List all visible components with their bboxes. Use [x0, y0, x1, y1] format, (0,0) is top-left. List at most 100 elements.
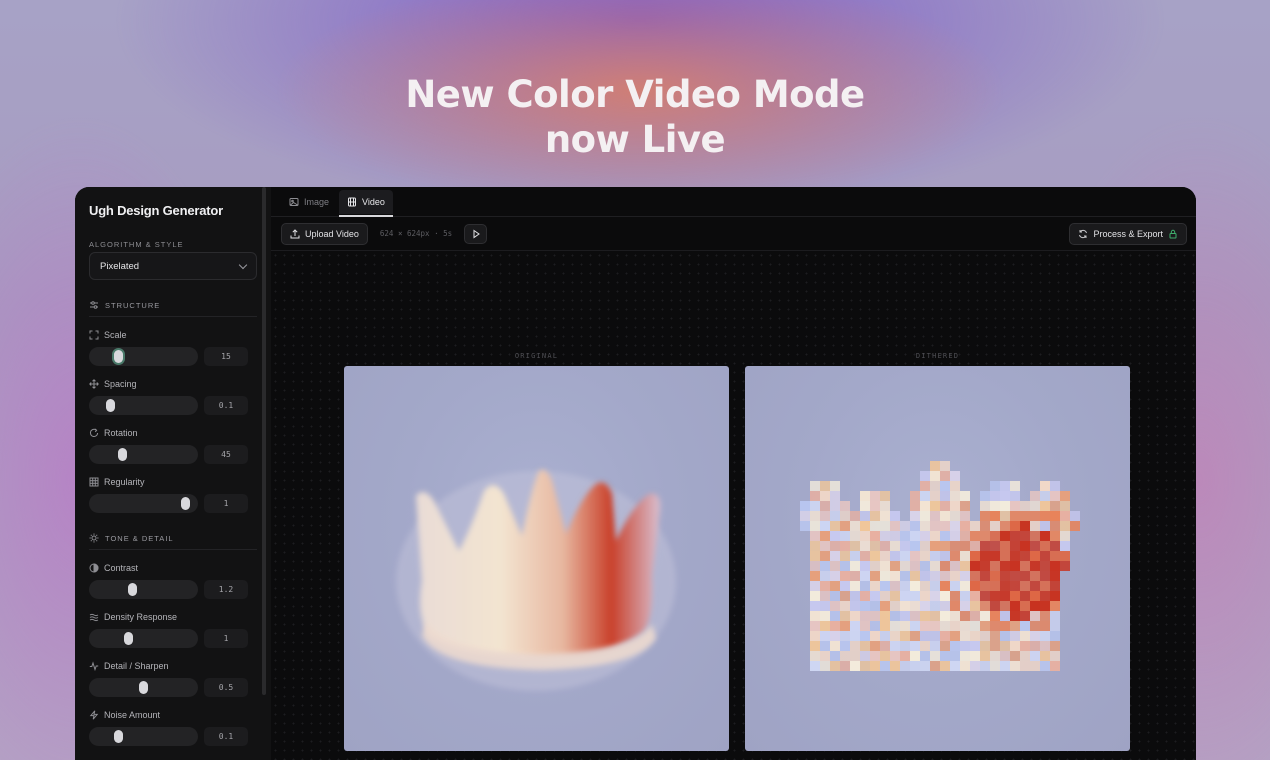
noise-amount-slider[interactable]	[89, 727, 198, 746]
dither-pixel	[1010, 491, 1020, 501]
dither-pixel	[1060, 491, 1070, 501]
dither-pixel	[920, 641, 930, 651]
rotation-value-field[interactable]: 45	[204, 445, 248, 464]
dither-pixel	[1020, 661, 1030, 671]
spacing-slider-thumb[interactable]	[106, 399, 116, 412]
tab-video-label: Video	[362, 196, 385, 207]
dither-pixel	[910, 511, 920, 521]
waves-icon	[89, 612, 99, 622]
contrast-value-field[interactable]: 1.2	[204, 580, 248, 599]
dither-pixel	[1000, 631, 1010, 641]
dither-pixel	[930, 481, 940, 491]
contrast-slider-thumb[interactable]	[128, 583, 138, 596]
dither-pixel	[870, 491, 880, 501]
dither-pixel	[1040, 511, 1050, 521]
dither-pixel	[1020, 641, 1030, 651]
dither-pixel	[1020, 551, 1030, 561]
dither-pixel	[960, 601, 970, 611]
detail-sharpen-value-field[interactable]: 0.5	[204, 678, 248, 697]
regularity-value-field[interactable]: 1	[204, 494, 248, 513]
dither-pixel	[820, 561, 830, 571]
contrast-slider[interactable]	[89, 580, 198, 599]
dither-pixel	[930, 631, 940, 641]
control-input-row: 1	[89, 629, 257, 648]
algorithm-select-value: Pixelated	[100, 260, 140, 272]
dither-pixel	[1050, 621, 1060, 631]
dither-pixel	[840, 531, 850, 541]
dither-pixel	[900, 591, 910, 601]
dither-pixel	[1010, 641, 1020, 651]
dither-pixel	[980, 571, 990, 581]
rotation-slider-thumb[interactable]	[118, 448, 128, 461]
dither-pixel	[950, 521, 960, 531]
upload-video-button[interactable]: Upload Video	[281, 222, 368, 245]
dither-pixel	[810, 511, 820, 521]
dither-pixel	[890, 511, 900, 521]
scale-slider-thumb[interactable]	[114, 350, 124, 363]
dither-pixel	[810, 661, 820, 671]
detail-sharpen-slider[interactable]	[89, 678, 198, 697]
upload-icon	[290, 228, 300, 239]
dither-pixel	[990, 551, 1000, 561]
dither-pixel	[1030, 591, 1040, 601]
dither-pixel	[990, 661, 1000, 671]
dither-pixel	[970, 521, 980, 531]
control-density-response: Density Response 1	[89, 612, 257, 648]
dither-pixel	[1010, 571, 1020, 581]
dither-pixel	[1010, 601, 1020, 611]
regularity-slider-thumb[interactable]	[180, 497, 190, 510]
dither-pixel	[890, 551, 900, 561]
dither-pixel	[890, 661, 900, 671]
dither-pixel	[1000, 601, 1010, 611]
density-response-value-field[interactable]: 1	[204, 629, 248, 648]
dither-pixel	[1040, 481, 1050, 491]
dither-pixel	[940, 501, 950, 511]
tab-image[interactable]: Image	[281, 190, 337, 214]
algorithm-select[interactable]: Pixelated	[89, 252, 257, 280]
dither-pixel	[940, 521, 950, 531]
dither-pixel	[820, 621, 830, 631]
dither-pixel	[830, 491, 840, 501]
regularity-slider[interactable]	[89, 494, 198, 513]
detail-sharpen-slider-thumb[interactable]	[139, 681, 148, 694]
control-regularity: Regularity 1	[89, 477, 257, 513]
dither-pixel	[820, 631, 830, 641]
dither-pixel	[950, 641, 960, 651]
dither-pixel	[880, 581, 890, 591]
rotation-slider[interactable]	[89, 445, 198, 464]
contrast-icon	[89, 563, 99, 573]
toolbar: Upload Video 624 × 624px · 5s Process & …	[271, 217, 1196, 251]
dither-pixel	[930, 571, 940, 581]
spacing-value-field[interactable]: 0.1	[204, 396, 248, 415]
tab-video[interactable]: Video	[339, 189, 393, 217]
dither-pixel	[1020, 651, 1030, 661]
rotation-label: Rotation	[104, 428, 138, 438]
control-label-row: Scale	[89, 330, 257, 340]
density-response-slider[interactable]	[89, 629, 198, 648]
dither-pixel	[960, 661, 970, 671]
dither-pixel	[930, 511, 940, 521]
dither-pixel	[950, 541, 960, 551]
dither-pixel	[850, 581, 860, 591]
dither-pixel	[930, 591, 940, 601]
dither-pixel	[930, 561, 940, 571]
dither-pixel	[850, 531, 860, 541]
noise-amount-value-field[interactable]: 0.1	[204, 727, 248, 746]
dither-pixel	[910, 581, 920, 591]
play-button[interactable]	[464, 223, 488, 244]
density-response-slider-thumb[interactable]	[123, 632, 133, 645]
dither-pixel	[940, 561, 950, 571]
control-label-row: Noise Amount	[89, 710, 257, 720]
process-export-button[interactable]: Process & Export	[1069, 223, 1187, 245]
noise-amount-slider-thumb[interactable]	[113, 730, 123, 743]
dither-pixel	[980, 501, 990, 511]
density-response-label: Density Response	[104, 612, 178, 622]
spacing-slider[interactable]	[89, 396, 198, 415]
dither-pixel	[840, 541, 850, 551]
dither-pixel	[1030, 561, 1040, 571]
scale-value-field[interactable]: 15	[204, 347, 248, 366]
expand-icon	[89, 330, 99, 340]
sidebar-scrollbar[interactable]	[262, 187, 266, 695]
dither-pixel	[810, 581, 820, 591]
scale-slider[interactable]	[89, 347, 198, 366]
